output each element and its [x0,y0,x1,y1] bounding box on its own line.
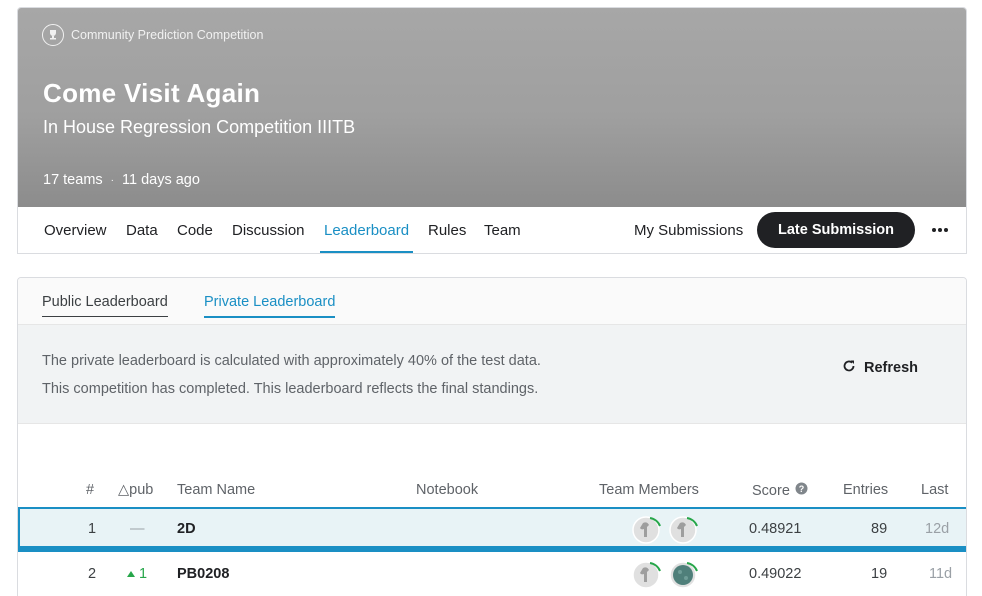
row-rank: 2 [88,566,97,582]
rank-up-icon [127,571,135,577]
tab-code[interactable]: Code [177,207,213,253]
row-last: 12d [925,521,950,537]
row-team-name[interactable]: PB0208 [177,566,229,582]
avatar[interactable] [631,558,663,590]
col-last[interactable]: Last [921,482,948,498]
col-delta-public[interactable]: △pub [118,482,153,498]
row-last: 11d [929,566,953,582]
avatar[interactable] [631,513,663,545]
more-horizontal-icon[interactable] [930,217,950,243]
trophy-icon [42,24,64,46]
info-line-1: The private leaderboard is calculated wi… [42,353,541,369]
row-score: 0.48921 [749,521,802,537]
col-team-members: Team Members [599,482,699,498]
table-row[interactable]: 1 — 2D 0.48921 89 12d [18,507,966,552]
avatar[interactable] [668,513,700,545]
refresh-icon [842,359,856,377]
tab-public-leaderboard[interactable]: Public Leaderboard [42,294,168,317]
help-icon[interactable]: ? [795,482,808,499]
competition-type: Community Prediction Competition [42,24,263,46]
teams-count: 17 teams [43,172,103,188]
col-notebook: Notebook [416,482,479,498]
competition-title: Come Visit Again [43,78,261,108]
leaderboard-tabs: Public Leaderboard Private Leaderboard [18,278,966,325]
tab-private-leaderboard[interactable]: Private Leaderboard [204,294,336,318]
col-rank[interactable]: # [86,482,94,498]
tab-team[interactable]: Team [484,207,521,253]
row-team-name[interactable]: 2D [177,521,196,537]
tab-data[interactable]: Data [126,207,158,253]
col-score[interactable]: Score ? [752,482,808,499]
my-submissions-link[interactable]: My Submissions [634,207,743,253]
leaderboard-panel: Public Leaderboard Private Leaderboard T… [17,277,967,596]
table-row[interactable]: 2 1 PB0208 0.49022 19 11d [18,553,966,596]
competition-header: Community Prediction Competition Come Vi… [17,7,967,254]
svg-text:?: ? [799,484,805,494]
leaderboard-info: The private leaderboard is calculated wi… [18,325,966,424]
tab-discussion[interactable]: Discussion [232,207,305,253]
col-team-name[interactable]: Team Name [177,482,255,498]
tab-overview[interactable]: Overview [44,207,107,253]
competition-type-label: Community Prediction Competition [71,28,264,42]
meta-separator: · [110,174,114,186]
refresh-label: Refresh [864,360,918,376]
row-delta-value: 1 [139,566,148,582]
avatar[interactable] [668,558,700,590]
row-entries: 89 [871,521,888,537]
col-score-label: Score [752,482,790,499]
tab-leaderboard[interactable]: Leaderboard [319,207,414,253]
row-rank: 1 [88,521,97,537]
row-delta: — [130,521,145,537]
info-line-2: This competition has completed. This lea… [42,381,539,397]
tab-rules[interactable]: Rules [428,207,466,253]
row-entries: 19 [871,566,888,582]
competition-banner: Community Prediction Competition Come Vi… [18,8,966,207]
competition-nav: Overview Data Code Discussion Leaderboar… [18,207,966,253]
refresh-button[interactable]: Refresh [842,359,918,377]
time-ago: 11 days ago [122,172,200,188]
competition-meta: 17 teams · 11 days ago [43,172,200,188]
late-submission-button[interactable]: Late Submission [757,212,915,248]
row-delta: 1 [127,566,147,582]
competition-subtitle: In House Regression Competition IIITB [43,117,356,137]
col-entries[interactable]: Entries [843,482,888,498]
row-score: 0.49022 [749,566,802,582]
